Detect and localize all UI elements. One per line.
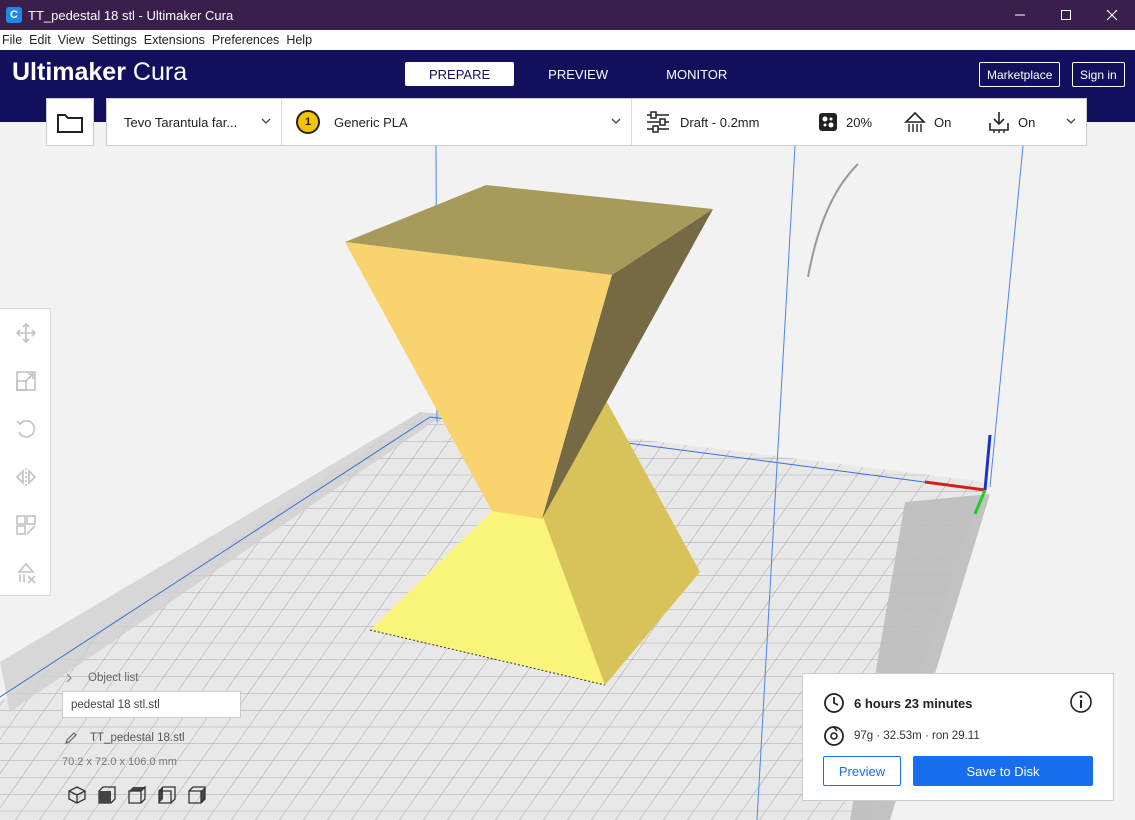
print-settings-selector[interactable]: Draft - 0.2mm 20% On On xyxy=(632,99,1086,145)
print-time-row: 6 hours 23 minutes xyxy=(823,692,972,714)
save-to-disk-button[interactable]: Save to Disk xyxy=(913,756,1093,786)
menu-preferences[interactable]: Preferences xyxy=(210,33,282,47)
rotate-icon xyxy=(15,420,35,438)
infill-setting: 20% xyxy=(818,112,904,132)
menu-bar: File Edit View Settings Extensions Prefe… xyxy=(0,30,1135,50)
material-usage-row: 97g · 32.53m · ron 29.11 xyxy=(823,725,980,747)
close-button[interactable] xyxy=(1089,0,1135,30)
menu-settings[interactable]: Settings xyxy=(90,33,140,47)
brand-logo: Ultimaker Cura xyxy=(12,58,187,87)
printer-name: Tevo Tarantula far... xyxy=(124,114,238,130)
adhesion-icon xyxy=(989,112,1009,133)
menu-extensions[interactable]: Extensions xyxy=(142,33,208,47)
folder-icon xyxy=(57,114,83,133)
tab-prepare[interactable]: PREPARE xyxy=(405,62,515,86)
close-icon xyxy=(1106,9,1118,21)
left-view-button[interactable] xyxy=(152,784,182,806)
top-view-button[interactable] xyxy=(122,784,152,806)
profile-label: Draft - 0.2mm xyxy=(680,114,760,130)
print-info-button[interactable] xyxy=(1069,690,1093,719)
title-bar: C TT_pedestal 18 stl - Ultimaker Cura xyxy=(0,0,1135,30)
object-filename-field[interactable]: pedestal 18 stl.stl xyxy=(62,691,241,718)
mirror-icon xyxy=(15,468,36,486)
object-list-header[interactable]: Object list xyxy=(64,672,139,684)
right-view-icon xyxy=(188,786,206,804)
3d-view-icon xyxy=(68,786,86,804)
chevron-down-icon xyxy=(261,118,271,124)
spool-icon xyxy=(824,726,844,746)
object-name: TT_pedestal 18.stl xyxy=(90,732,185,744)
brand-name: Ultimaker xyxy=(12,58,126,86)
support-blocker-tool[interactable] xyxy=(0,549,51,597)
chevron-down-icon xyxy=(1066,118,1076,124)
object-list-title: Object list xyxy=(88,672,139,684)
material-usage: 97g · 32.53m · ron 29.11 xyxy=(854,730,980,742)
mirror-tool[interactable] xyxy=(0,453,51,501)
profile-setting: Draft - 0.2mm xyxy=(646,111,818,133)
move-icon xyxy=(15,322,36,344)
infill-icon xyxy=(819,113,837,131)
adhesion-setting: On xyxy=(988,111,1035,133)
move-tool[interactable] xyxy=(0,309,51,357)
chevron-right-icon xyxy=(66,673,72,683)
menu-edit[interactable]: Edit xyxy=(27,33,54,47)
menu-help[interactable]: Help xyxy=(284,33,315,47)
printer-selector[interactable]: Tevo Tarantula far... xyxy=(107,99,282,145)
per-model-settings-tool[interactable] xyxy=(0,501,51,549)
object-name-row: TT_pedestal 18.stl xyxy=(64,731,185,745)
tool-panel xyxy=(0,308,51,596)
material-name: Generic PLA xyxy=(334,114,408,130)
print-setup-toolbar: Tevo Tarantula far... 1 Generic PLA Draf… xyxy=(106,98,1087,146)
3d-view-button[interactable] xyxy=(62,784,92,806)
front-view-button[interactable] xyxy=(92,784,122,806)
menu-file[interactable]: File xyxy=(0,33,25,47)
stage-tabs: PREPARE PREVIEW MONITOR xyxy=(405,62,761,86)
view-orientation-buttons xyxy=(62,784,212,806)
signin-button[interactable]: Sign in xyxy=(1072,62,1125,87)
support-setting: On xyxy=(904,111,988,133)
menu-view[interactable]: View xyxy=(56,33,88,47)
scale-icon xyxy=(15,371,36,391)
minimize-icon xyxy=(1015,14,1025,16)
support-icon xyxy=(904,111,926,132)
scale-tool[interactable] xyxy=(0,357,51,405)
print-time: 6 hours 23 minutes xyxy=(854,695,973,711)
left-view-icon xyxy=(158,786,176,804)
info-icon xyxy=(1070,691,1092,713)
infill-value: 20% xyxy=(846,114,873,130)
chevron-down-icon xyxy=(611,118,621,124)
marketplace-button[interactable]: Marketplace xyxy=(979,62,1061,87)
window-title: TT_pedestal 18 stl - Ultimaker Cura xyxy=(28,7,234,23)
object-dimensions: 70.2 x 72.0 x 106.0 mm xyxy=(62,756,177,768)
front-view-icon xyxy=(98,786,116,804)
open-file-button[interactable] xyxy=(46,98,94,146)
extruder-badge: 1 xyxy=(296,110,320,134)
brand-product: Cura xyxy=(132,58,188,86)
tab-monitor[interactable]: MONITOR xyxy=(642,62,751,86)
print-summary-panel: 6 hours 23 minutes 97g · 32.53m · ron 29… xyxy=(802,673,1114,801)
per-model-settings-icon xyxy=(15,515,36,535)
support-value: On xyxy=(934,114,952,130)
sliders-icon xyxy=(647,111,669,133)
maximize-button[interactable] xyxy=(1043,0,1089,30)
cura-app-icon: C xyxy=(6,7,22,23)
pencil-icon xyxy=(65,732,77,744)
tab-preview[interactable]: PREVIEW xyxy=(524,62,632,86)
minimize-button[interactable] xyxy=(997,0,1043,30)
right-view-button[interactable] xyxy=(182,784,212,806)
top-view-icon xyxy=(128,785,146,804)
maximize-icon xyxy=(1061,10,1071,20)
clock-icon xyxy=(824,693,844,713)
support-blocker-icon xyxy=(16,562,36,584)
preview-button[interactable]: Preview xyxy=(823,756,901,786)
material-selector[interactable]: 1 Generic PLA xyxy=(282,99,632,145)
adhesion-value: On xyxy=(1018,114,1036,130)
rotate-tool[interactable] xyxy=(0,405,51,453)
